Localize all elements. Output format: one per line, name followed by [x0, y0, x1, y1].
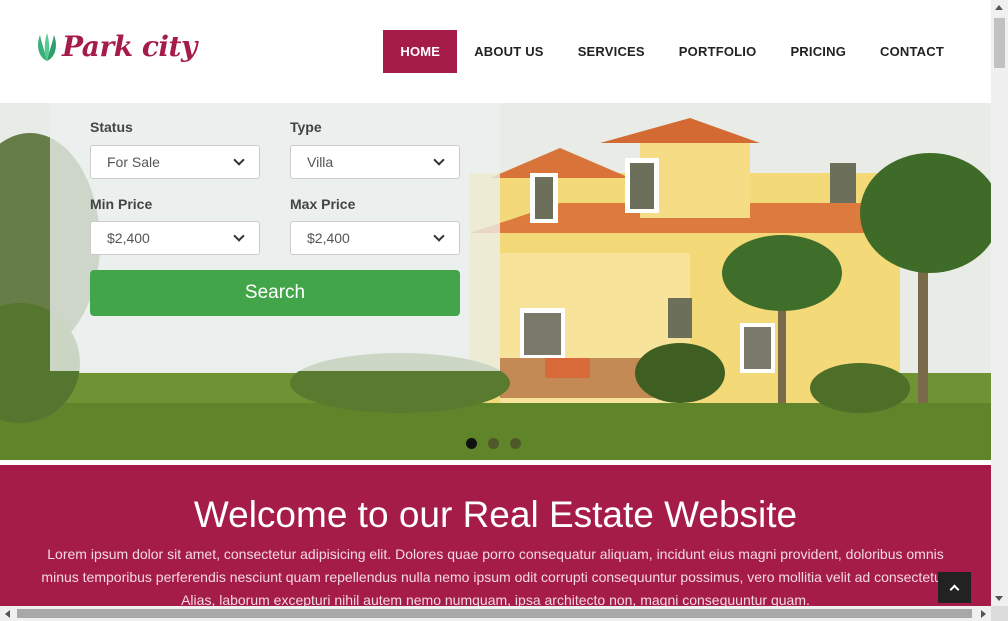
main-nav: HOME ABOUT US SERVICES PORTFOLIO PRICING… [383, 30, 961, 73]
nav-services[interactable]: SERVICES [561, 30, 662, 73]
welcome-section: Welcome to our Real Estate Website Lorem… [0, 465, 991, 606]
slider-dot-2[interactable] [488, 438, 499, 449]
slider-dot-3[interactable] [510, 438, 521, 449]
horizontal-scroll-thumb[interactable] [17, 609, 972, 618]
back-to-top-button[interactable] [938, 572, 971, 603]
nav-home[interactable]: HOME [383, 30, 458, 73]
chevron-up-icon [949, 584, 960, 595]
type-select[interactable]: Villa [290, 145, 460, 179]
chevron-down-icon [433, 154, 445, 166]
nav-pricing[interactable]: PRICING [773, 30, 863, 73]
chevron-down-icon [233, 154, 245, 166]
scroll-left-arrow-icon[interactable] [5, 610, 10, 618]
min-price-value: $2,400 [107, 230, 150, 246]
max-price-select[interactable]: $2,400 [290, 221, 460, 255]
max-price-value: $2,400 [307, 230, 350, 246]
type-value: Villa [307, 154, 334, 170]
nav-contact[interactable]: CONTACT [863, 30, 961, 73]
property-search-panel: Status For Sale Type Villa Min Price $2,… [50, 103, 500, 371]
vertical-scrollbar[interactable] [991, 0, 1008, 606]
welcome-text: Lorem ipsum dolor sit amet, consectetur … [41, 546, 950, 606]
search-button[interactable]: Search [90, 270, 460, 316]
brand-name: Park city [62, 30, 197, 63]
nav-about-us[interactable]: ABOUT US [457, 30, 561, 73]
chevron-down-icon [233, 230, 245, 242]
scroll-down-arrow-icon[interactable] [995, 596, 1003, 601]
max-price-label: Max Price [290, 196, 356, 212]
status-label: Status [90, 119, 133, 135]
status-value: For Sale [107, 154, 160, 170]
type-label: Type [290, 119, 322, 135]
welcome-title: Welcome to our Real Estate Website [193, 494, 798, 535]
chevron-down-icon [433, 230, 445, 242]
nav-portfolio[interactable]: PORTFOLIO [662, 30, 774, 73]
vertical-scroll-thumb[interactable] [994, 18, 1005, 68]
min-price-label: Min Price [90, 196, 153, 212]
horizontal-scrollbar[interactable] [0, 606, 991, 621]
scrollbar-corner [991, 606, 1008, 621]
min-price-select[interactable]: $2,400 [90, 221, 260, 255]
scroll-up-arrow-icon[interactable] [995, 5, 1003, 10]
hero-slider: Status For Sale Type Villa Min Price $2,… [0, 103, 991, 460]
site-header: Park city HOME ABOUT US SERVICES PORTFOL… [0, 0, 991, 103]
leaf-logo-icon [38, 32, 56, 61]
logo[interactable]: Park city [34, 30, 197, 63]
status-select[interactable]: For Sale [90, 145, 260, 179]
slider-dot-1[interactable] [466, 438, 477, 449]
scroll-right-arrow-icon[interactable] [981, 610, 986, 618]
slider-dots [466, 438, 521, 449]
